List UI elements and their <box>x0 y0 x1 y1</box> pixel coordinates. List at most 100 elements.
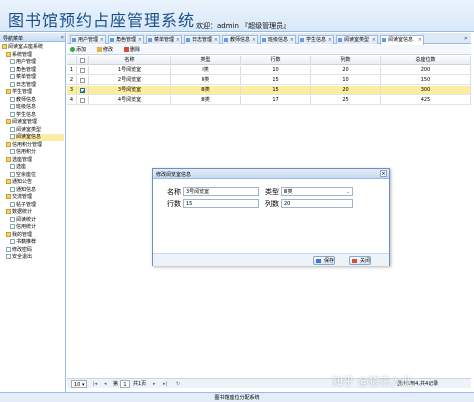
sidebar-item[interactable]: 班级信息 <box>10 104 64 111</box>
name-field[interactable]: 3号阅览室 <box>183 187 259 196</box>
tab-close-icon[interactable]: × <box>100 36 104 44</box>
sidebar-item[interactable]: 信用积分管理 <box>6 141 64 149</box>
app-title: 图书馆预约占座管理系统 <box>8 11 196 30</box>
sidebar: 导航菜单 « 阅读室占座系统 系统管理 用户管理 角色管理 菜单管理 日志管理 学生管理 教师… <box>0 33 66 396</box>
sidebar-item[interactable]: 安全退出 <box>6 254 64 261</box>
page-icon <box>10 81 15 87</box>
sidebar-item[interactable]: 阅读室占座系统 <box>2 44 64 51</box>
close-icon[interactable]: × <box>380 170 387 177</box>
tab-scroll-icon[interactable]: » <box>464 35 468 42</box>
sidebar-item[interactable]: 书籍推荐 <box>10 239 64 246</box>
checkbox-icon <box>80 58 85 63</box>
table-row[interactable]: 1 1号阅览室 Ⅰ类 10 20 200 <box>67 66 471 75</box>
column-header: 行数 <box>241 56 311 65</box>
edit-button[interactable]: 修改 <box>97 46 113 54</box>
sidebar-item-label: 空余座位 <box>16 171 37 178</box>
sidebar-item[interactable]: 阅读室管理 <box>6 119 64 126</box>
page-input[interactable]: 1 <box>120 380 130 388</box>
page-icon <box>6 246 11 252</box>
sidebar-item[interactable]: 角色管理 <box>10 66 64 74</box>
type-select[interactable]: Ⅲ类 ⌄ <box>281 187 353 196</box>
sidebar-item[interactable]: 阅读室信息 <box>10 134 64 141</box>
sidebar-item[interactable]: 学生信息 <box>10 111 64 119</box>
tab[interactable]: 菜单管理 × <box>146 35 182 44</box>
sidebar-item[interactable]: 我的管理 <box>6 231 64 239</box>
sidebar-item[interactable]: 选座管理 <box>6 156 64 164</box>
table-row[interactable]: 2 2号阅览室 Ⅱ类 15 10 150 <box>67 76 471 85</box>
sidebar-item[interactable]: 阅读统计 <box>10 216 64 224</box>
add-label: 添加 <box>76 47 87 53</box>
tab-close-icon[interactable]: × <box>138 36 142 44</box>
sidebar-item-label: 书籍推荐 <box>16 239 37 245</box>
folder-icon <box>6 156 11 162</box>
tab[interactable]: 阅读室类型 × <box>336 35 378 44</box>
sidebar-item[interactable]: 学生管理 <box>6 89 64 96</box>
cell-total: 200 <box>381 66 471 75</box>
add-button[interactable]: 添加 <box>70 46 86 54</box>
tab-label: 用户管理 <box>78 37 99 43</box>
row-checkbox[interactable] <box>77 96 89 105</box>
tab-close-icon[interactable]: × <box>176 36 180 44</box>
collapse-icon[interactable]: « <box>60 34 64 41</box>
sidebar-item[interactable]: 通知公告 <box>6 179 64 186</box>
sidebar-item[interactable]: 通知信息 <box>10 186 64 194</box>
cols-field[interactable]: 20 <box>281 199 353 208</box>
last-page-icon[interactable]: ▸| <box>163 380 167 388</box>
page-icon <box>10 134 15 139</box>
sidebar-item[interactable]: 教师信息 <box>10 96 64 104</box>
sidebar-item[interactable]: 用户管理 <box>10 59 64 66</box>
sidebar-item[interactable]: 数据统计 <box>6 209 64 216</box>
sidebar-item-label: 阅读室管理 <box>12 119 38 125</box>
sidebar-item[interactable]: 信用统计 <box>10 224 64 231</box>
sidebar-item[interactable]: 菜单管理 <box>10 74 64 81</box>
tab[interactable]: 日志管理 × <box>184 35 220 44</box>
add-icon <box>70 47 75 52</box>
tab[interactable]: 阅读室信息 × <box>380 35 424 45</box>
sidebar-item[interactable]: 信用积分 <box>10 149 64 156</box>
save-button[interactable]: 保存 <box>313 256 336 265</box>
tab-close-icon[interactable]: × <box>328 36 332 44</box>
tab[interactable]: 用户管理 × <box>70 35 106 44</box>
table-row[interactable]: 4 4号阅览室 Ⅲ类 17 25 425 <box>67 96 471 105</box>
cell-name: 1号阅览室 <box>89 66 171 75</box>
tab[interactable]: 角色管理 × <box>108 35 144 44</box>
tab-close-icon[interactable]: × <box>290 36 294 44</box>
sidebar-item[interactable]: 选座 <box>10 164 64 171</box>
tab-icon <box>148 38 152 42</box>
tab-icon <box>186 38 190 42</box>
tab-close-icon[interactable]: × <box>372 36 376 44</box>
row-checkbox[interactable] <box>77 66 89 75</box>
sidebar-item-label: 阅读室占座系统 <box>8 44 44 50</box>
sidebar-item-label: 角色管理 <box>16 66 37 73</box>
tab-close-icon[interactable]: × <box>418 36 422 44</box>
first-page-icon[interactable]: |◂ <box>93 380 97 388</box>
page-icon <box>10 126 15 132</box>
sidebar-item[interactable]: 系统管理 <box>6 51 64 59</box>
tab-label: 角色管理 <box>116 37 137 43</box>
sidebar-item[interactable]: 空余座位 <box>10 171 64 179</box>
select-all-checkbox[interactable] <box>77 56 89 65</box>
refresh-icon[interactable]: ↻ <box>176 380 180 388</box>
row-checkbox[interactable] <box>77 76 89 85</box>
dialog-close-button[interactable]: 关闭 <box>349 256 372 265</box>
page-icon <box>10 239 15 244</box>
tab-close-icon[interactable]: × <box>214 36 218 44</box>
tab-label: 菜单管理 <box>154 37 175 43</box>
table-row[interactable]: 3 3号阅览室 Ⅲ类 15 20 300 <box>67 86 471 95</box>
sidebar-item[interactable]: 修改密码 <box>6 246 64 254</box>
sidebar-item[interactable]: 交流管理 <box>6 194 64 201</box>
tab[interactable]: 教师信息 × <box>222 35 258 44</box>
prev-page-icon[interactable]: ◂ <box>104 380 107 388</box>
row-checkbox[interactable] <box>77 86 89 95</box>
delete-button[interactable]: 删除 <box>124 46 140 54</box>
next-page-icon[interactable]: ▸ <box>153 380 156 388</box>
tab[interactable]: 班级信息 × <box>260 35 296 44</box>
sidebar-item[interactable]: 阅读室类型 <box>10 126 64 134</box>
chevron-down-icon: ⌄ <box>345 189 350 195</box>
page-size-select[interactable]: 10 ▾ <box>71 380 87 388</box>
sidebar-item[interactable]: 帖子管理 <box>10 201 64 209</box>
sidebar-item[interactable]: 日志管理 <box>10 81 64 89</box>
rows-field[interactable]: 15 <box>183 199 259 208</box>
tab[interactable]: 学生信息 × <box>298 35 334 44</box>
tab-close-icon[interactable]: × <box>252 36 256 44</box>
